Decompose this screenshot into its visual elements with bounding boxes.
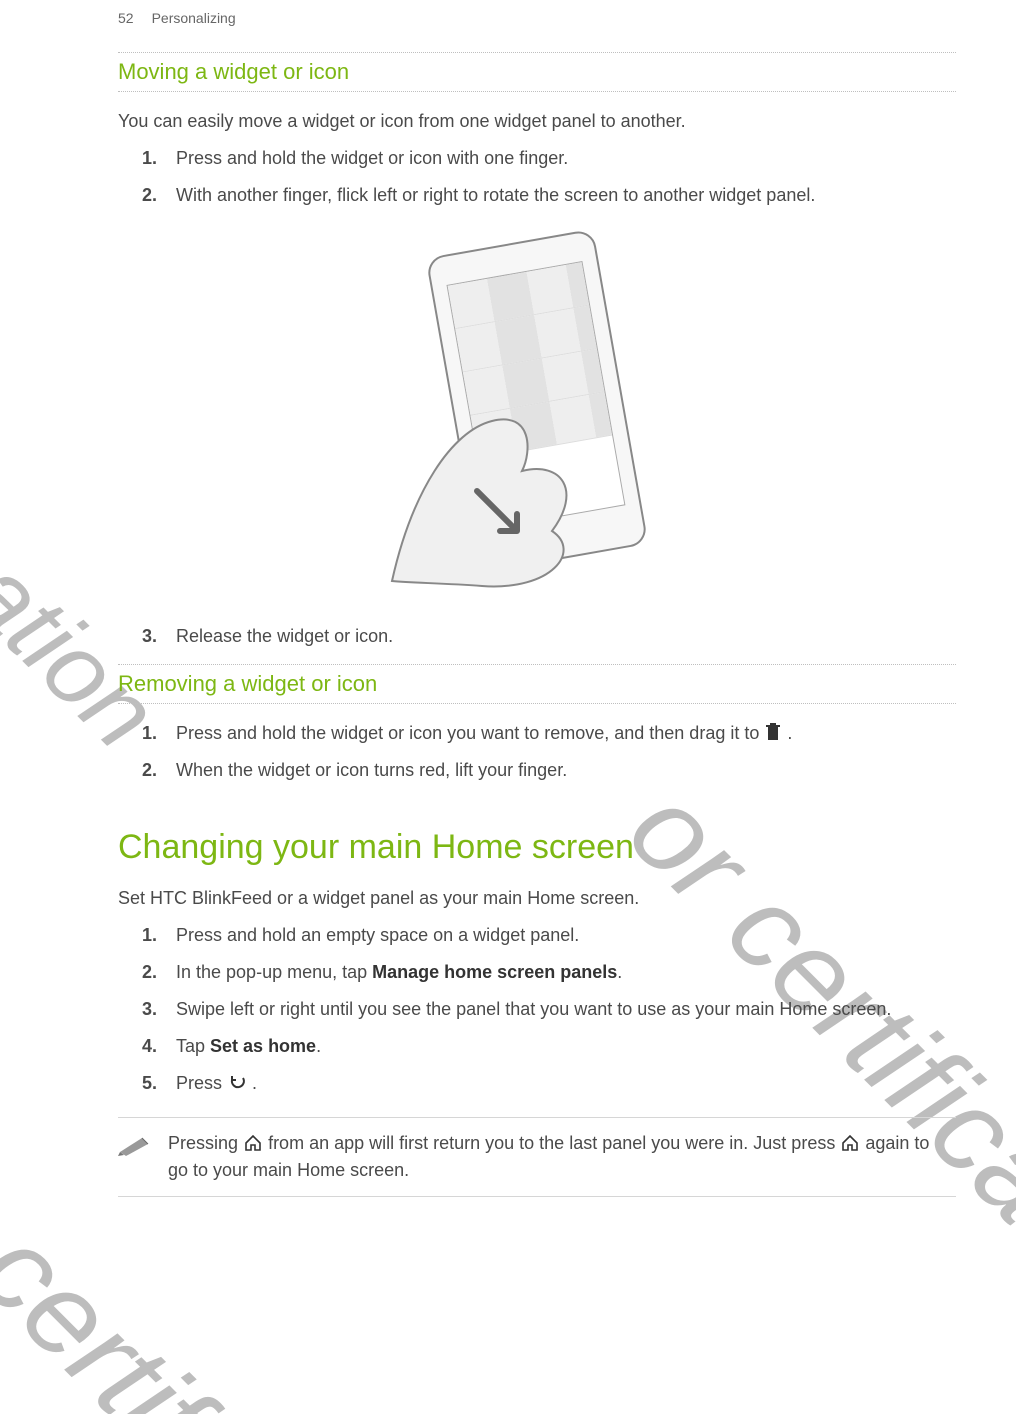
- hand-gesture-icon: [382, 371, 602, 591]
- list-item: 2. In the pop-up menu, tap Manage home s…: [142, 959, 956, 986]
- list-item: 4. Tap Set as home.: [142, 1033, 956, 1060]
- list-item: 1. Press and hold the widget or icon wit…: [142, 145, 956, 172]
- page-header: 52 Personalizing: [118, 10, 956, 38]
- step-text-post: .: [787, 723, 792, 743]
- step-text-pre: Press: [176, 1073, 227, 1093]
- instruction-illustration: [382, 221, 692, 611]
- chapter-title: Personalizing: [152, 10, 236, 26]
- step-number: 3.: [142, 623, 162, 650]
- list-item: 1. Press and hold an empty space on a wi…: [142, 922, 956, 949]
- step-number: 2.: [142, 182, 162, 209]
- page-number: 52: [118, 10, 134, 26]
- step-text: Swipe left or right until you see the pa…: [176, 996, 956, 1023]
- step-text: Tap Set as home.: [176, 1033, 956, 1060]
- page-content: 52 Personalizing Moving a widget or icon…: [0, 0, 1016, 1237]
- step-number: 2.: [142, 757, 162, 784]
- section-heading-moving: Moving a widget or icon: [118, 52, 956, 92]
- step-number: 4.: [142, 1033, 162, 1060]
- step-text: With another finger, flick left or right…: [176, 182, 956, 209]
- list-item: 3. Release the widget or icon.: [142, 623, 956, 650]
- bold-term: Set as home: [210, 1036, 316, 1056]
- bold-term: Manage home screen panels: [372, 962, 617, 982]
- step-text: Release the widget or icon.: [176, 623, 956, 650]
- section1-steps-cont: 3. Release the widget or icon.: [118, 623, 956, 650]
- step-number: 1.: [142, 720, 162, 747]
- step-text: When the widget or icon turns red, lift …: [176, 757, 956, 784]
- note-mid: from an app will first return you to the…: [268, 1133, 840, 1153]
- step-number: 3.: [142, 996, 162, 1023]
- step-text-pre: In the pop-up menu, tap: [176, 962, 372, 982]
- step-text-post: .: [252, 1073, 257, 1093]
- list-item: 2. With another finger, flick left or ri…: [142, 182, 956, 209]
- step-text-post: .: [617, 962, 622, 982]
- step-text: Press .: [176, 1070, 956, 1097]
- section1-intro: You can easily move a widget or icon fro…: [118, 108, 956, 135]
- pen-note-icon: [118, 1134, 152, 1161]
- heading-changing-home: Changing your main Home screen: [118, 828, 956, 867]
- note-text: Pressing from an app will first return y…: [168, 1130, 948, 1184]
- step-text-post: .: [316, 1036, 321, 1056]
- section1-steps: 1. Press and hold the widget or icon wit…: [118, 145, 956, 209]
- list-item: 2. When the widget or icon turns red, li…: [142, 757, 956, 784]
- list-item: 3. Swipe left or right until you see the…: [142, 996, 956, 1023]
- step-text: In the pop-up menu, tap Manage home scre…: [176, 959, 956, 986]
- step-number: 1.: [142, 145, 162, 172]
- list-item: 5. Press .: [142, 1070, 956, 1097]
- list-item: 1. Press and hold the widget or icon you…: [142, 720, 956, 747]
- step-text-pre: Tap: [176, 1036, 210, 1056]
- step-text-pre: Press and hold the widget or icon you wa…: [176, 723, 764, 743]
- section2-steps: 1. Press and hold the widget or icon you…: [118, 720, 956, 784]
- step-text: Press and hold the widget or icon with o…: [176, 145, 956, 172]
- note-pre: Pressing: [168, 1133, 243, 1153]
- step-number: 5.: [142, 1070, 162, 1097]
- step-text: Press and hold an empty space on a widge…: [176, 922, 956, 949]
- trash-icon: [765, 722, 781, 749]
- back-icon: [228, 1072, 246, 1099]
- home-icon: [244, 1132, 262, 1159]
- section3-intro: Set HTC BlinkFeed or a widget panel as y…: [118, 885, 956, 912]
- note-callout: Pressing from an app will first return y…: [118, 1117, 956, 1197]
- step-text: Press and hold the widget or icon you wa…: [176, 720, 956, 747]
- section-heading-removing: Removing a widget or icon: [118, 664, 956, 704]
- section3-steps: 1. Press and hold an empty space on a wi…: [118, 922, 956, 1097]
- home-icon: [841, 1132, 859, 1159]
- step-number: 1.: [142, 922, 162, 949]
- step-number: 2.: [142, 959, 162, 986]
